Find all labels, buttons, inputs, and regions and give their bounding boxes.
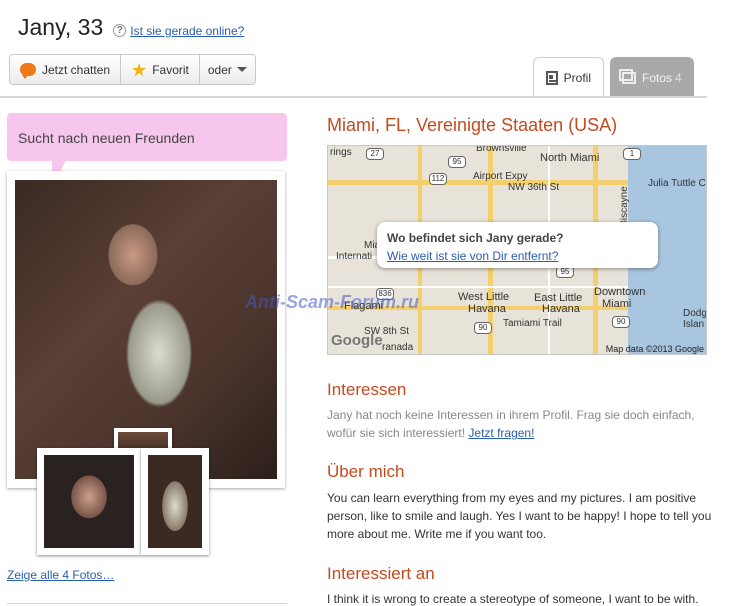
status-bubble: Sucht nach neuen Freunden xyxy=(7,113,287,161)
map-popup-title: Wo befindet sich Jany gerade? xyxy=(387,231,564,245)
chat-bubble-icon xyxy=(20,63,36,79)
photos-icon xyxy=(619,68,636,84)
map-info-popup: Wo befindet sich Jany gerade? Wie weit i… xyxy=(377,222,658,268)
map-label: Miami xyxy=(602,298,632,310)
map-label: Havana xyxy=(542,303,580,315)
chevron-down-icon xyxy=(236,67,247,72)
map-label: rings xyxy=(330,147,352,158)
highway-shield: 112 xyxy=(429,173,447,185)
map-label: ranada xyxy=(382,342,414,353)
map-label: North Miami xyxy=(540,152,600,164)
map-label: Internati xyxy=(336,251,373,262)
tab-divider xyxy=(0,96,707,98)
map-label: Islan xyxy=(683,319,705,330)
location-map[interactable]: rings Brownsville North Miami Airport Ex… xyxy=(327,145,707,355)
tab-photos[interactable]: Fotos 4 xyxy=(610,57,694,98)
watermark: Anti-Scam-Forum.ru xyxy=(245,292,420,312)
about-text: You can learn everything from my eyes an… xyxy=(327,491,712,541)
about-heading: Über mich xyxy=(327,462,405,481)
photo-thumbnail[interactable] xyxy=(141,448,209,555)
ask-now-link[interactable]: Jetzt fragen! xyxy=(468,426,534,440)
map-label: West Little xyxy=(458,291,510,303)
interests-heading: Interessen xyxy=(327,380,407,399)
map-copyright: Map data ©2013 Google xyxy=(605,344,704,354)
map-label: Brownsville xyxy=(476,145,527,154)
map-label: Downtown xyxy=(594,286,646,298)
tab-profile-label: Profil xyxy=(563,71,591,85)
profile-tabs: Profil Fotos 4 xyxy=(533,57,700,98)
star-icon: ★ xyxy=(131,59,148,80)
chat-button-label: Jetzt chatten xyxy=(42,62,111,77)
online-status-link[interactable]: Ist sie gerade online? xyxy=(130,24,244,38)
highway-shield: 90 xyxy=(474,322,492,334)
map-label: NW 36th St xyxy=(508,182,560,193)
map-label: Julia Tuttle Ca xyxy=(648,178,707,189)
left-divider xyxy=(7,603,287,604)
profile-icon xyxy=(546,71,558,85)
help-icon[interactable]: ? xyxy=(113,24,127,37)
map-label: Dodg xyxy=(683,308,707,319)
show-all-photos-link[interactable]: Zeige alle 4 Fotos… xyxy=(7,568,114,582)
interested-in-text: I think it is wrong to create a stereoty… xyxy=(327,592,699,606)
more-dropdown[interactable]: oder xyxy=(200,55,255,84)
interested-in-heading: Interessiert an xyxy=(327,564,435,583)
interests-text: Jany hat noch keine Interessen in ihrem … xyxy=(327,406,712,442)
highway-shield: 90 xyxy=(612,316,630,328)
highway-shield: 95 xyxy=(448,156,466,168)
map-road xyxy=(328,286,628,288)
location-heading: Miami, FL, Vereinigte Staaten (USA) xyxy=(327,115,618,135)
map-label: Airport Expy xyxy=(473,171,528,182)
photo-thumbnail[interactable] xyxy=(37,448,141,555)
thumbnail-image xyxy=(148,455,202,548)
tab-profile[interactable]: Profil xyxy=(533,57,604,98)
map-label: Havana xyxy=(468,303,506,315)
map-provider-logo[interactable]: Google xyxy=(331,332,383,349)
highway-shield: 27 xyxy=(366,148,384,160)
title-row: Jany, 33 ? Ist sie gerade online? xyxy=(18,14,244,41)
chat-button[interactable]: Jetzt chatten xyxy=(10,55,122,84)
more-dropdown-label: oder xyxy=(207,62,232,77)
favorite-button-label: Favorit xyxy=(152,62,189,77)
thumbnail-image xyxy=(44,455,134,548)
highway-shield: 1 xyxy=(623,148,641,160)
favorite-button[interactable]: ★ Favorit xyxy=(121,55,200,84)
tab-photos-count: 4 xyxy=(675,70,682,85)
action-bar: Jetzt chatten ★ Favorit oder xyxy=(9,54,256,85)
map-label: Tamiami Trail xyxy=(503,318,562,329)
distance-link[interactable]: Wie weit ist sie von Dir entfernt? xyxy=(387,249,648,263)
tab-photos-label: Fotos xyxy=(642,70,673,85)
page-title: Jany, 33 xyxy=(18,14,104,40)
map-label: Biscayne xyxy=(618,186,630,227)
